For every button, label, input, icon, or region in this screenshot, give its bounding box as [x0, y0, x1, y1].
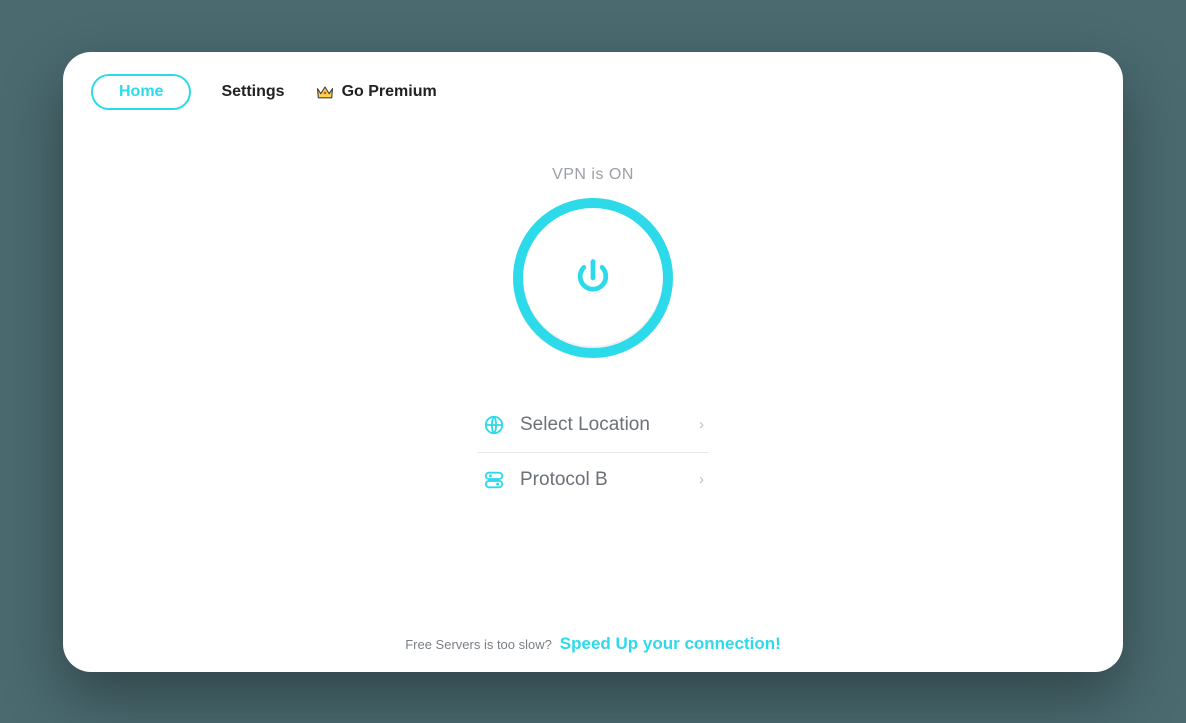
- globe-icon: [482, 414, 506, 436]
- chevron-right-icon: ›: [699, 471, 704, 488]
- option-list: Select Location › Protocol B ›: [478, 398, 708, 507]
- power-icon: [571, 256, 615, 300]
- crown-icon: [315, 83, 335, 101]
- app-window: Home Settings Go Premium VPN is ON: [63, 52, 1123, 672]
- footer: Free Servers is too slow? Speed Up your …: [63, 624, 1123, 672]
- vpn-status-text: VPN is ON: [552, 166, 634, 184]
- protocol-button[interactable]: Protocol B ›: [478, 452, 708, 507]
- footer-text: Free Servers is too slow?: [405, 637, 552, 652]
- nav-tab-settings[interactable]: Settings: [221, 83, 284, 101]
- nav-tab-home[interactable]: Home: [91, 74, 191, 110]
- nav-tab-go-premium[interactable]: Go Premium: [315, 83, 437, 101]
- protocol-label: Protocol B: [520, 469, 685, 491]
- main-panel: VPN is ON Select Location ›: [63, 110, 1123, 624]
- speed-up-link[interactable]: Speed Up your connection!: [560, 634, 781, 653]
- nav-tab-go-premium-label: Go Premium: [342, 83, 437, 101]
- select-location-button[interactable]: Select Location ›: [478, 398, 708, 452]
- nav-bar: Home Settings Go Premium: [63, 52, 1123, 110]
- power-toggle-button[interactable]: [513, 198, 673, 358]
- chevron-right-icon: ›: [699, 416, 704, 433]
- protocol-icon: [482, 469, 506, 491]
- nav-tab-home-label: Home: [119, 83, 163, 101]
- select-location-label: Select Location: [520, 414, 685, 436]
- nav-tab-settings-label: Settings: [221, 83, 284, 101]
